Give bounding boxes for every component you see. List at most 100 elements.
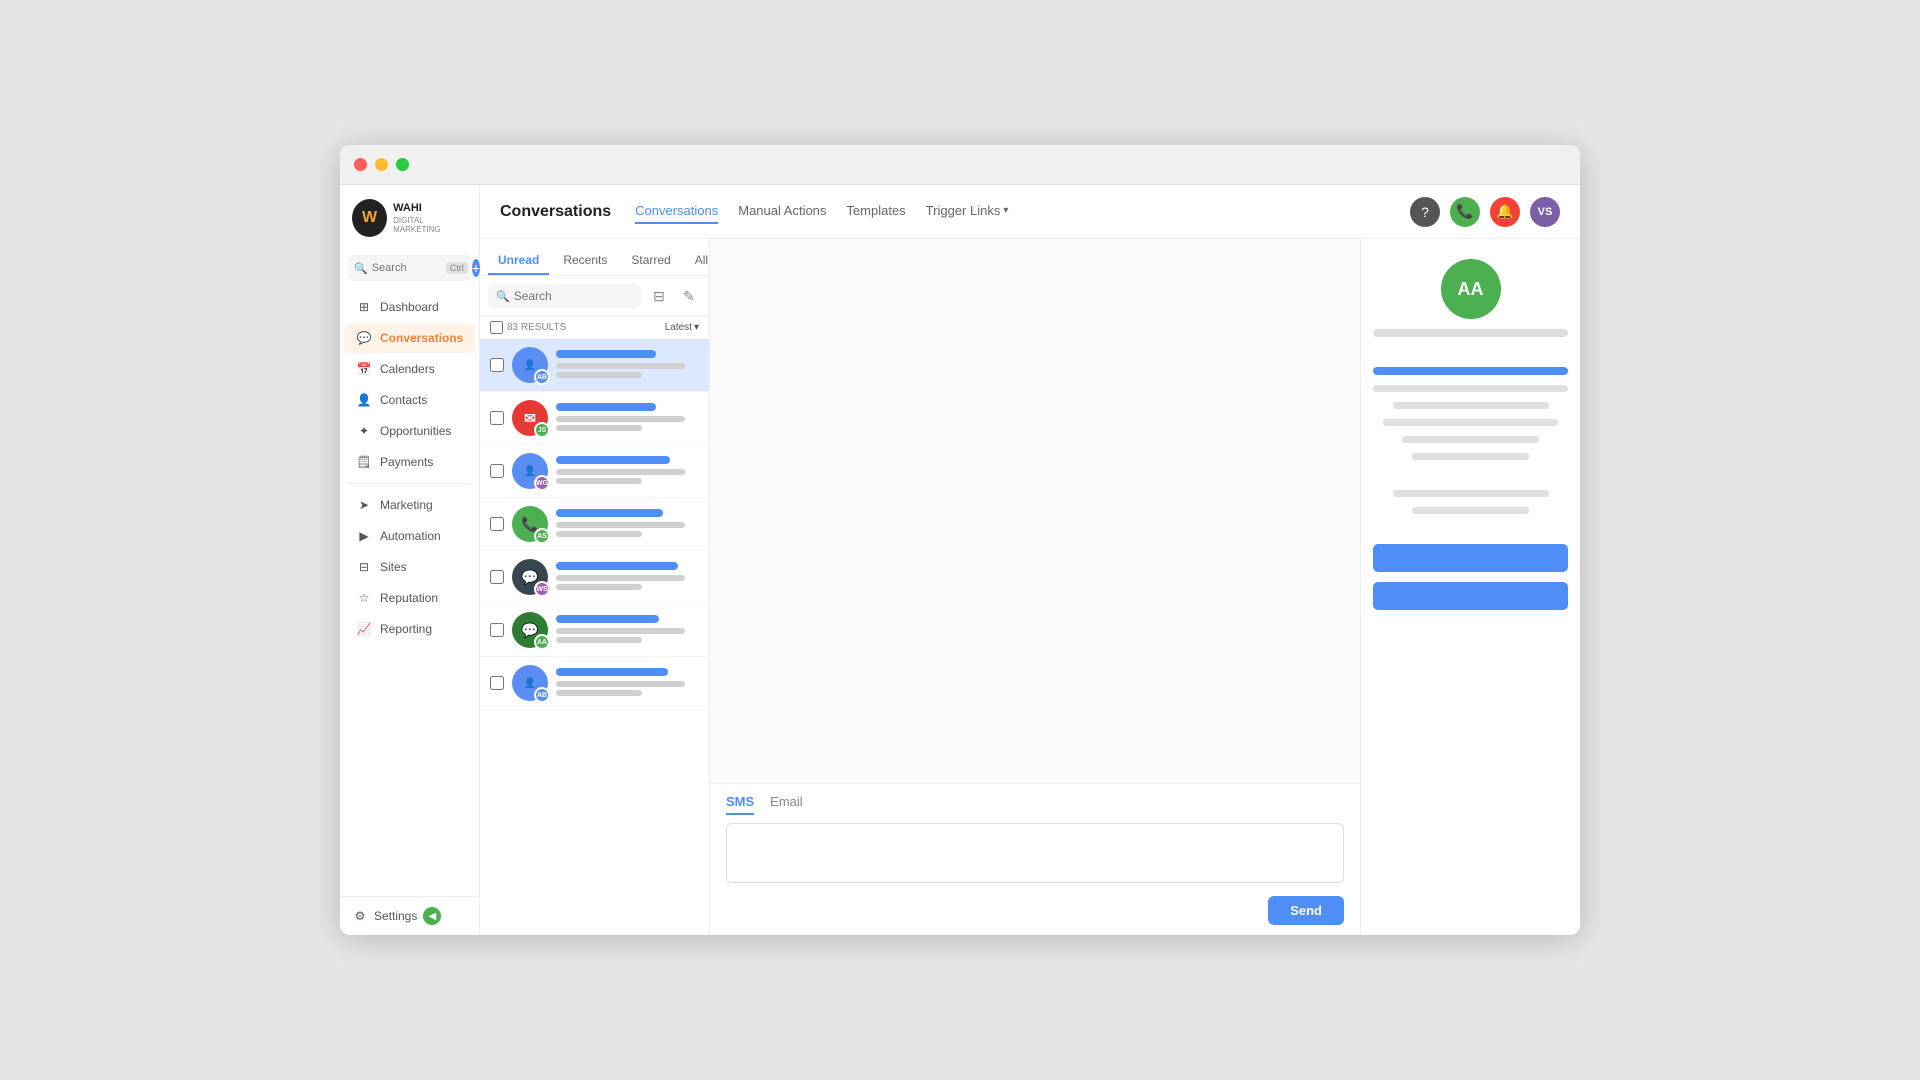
header-actions: ? 📞 🔔 VS <box>1410 197 1560 227</box>
right-panel: AA <box>1360 239 1580 935</box>
search-icon: 🔍 <box>496 290 510 303</box>
filter-icon[interactable]: ⊟ <box>647 284 671 308</box>
tab-recents[interactable]: Recents <box>553 247 617 275</box>
search-icon: 🔍 <box>354 262 368 275</box>
nav-item-templates[interactable]: Templates <box>846 199 905 224</box>
conv-info <box>556 509 699 540</box>
conv-search-input[interactable] <box>514 289 633 303</box>
compose-tabs: SMS Email <box>726 794 1344 815</box>
sidebar-item-contacts[interactable]: 👤 Contacts <box>344 385 475 415</box>
sidebar-item-payments[interactable]: 🗒 Payments <box>344 447 475 477</box>
tab-starred[interactable]: Starred <box>621 247 680 275</box>
sidebar-item-label: Conversations <box>380 331 463 345</box>
conv-checkbox[interactable] <box>490 411 504 425</box>
avatar: 💬 WS <box>512 559 548 595</box>
compose-footer: Send <box>726 896 1344 925</box>
avatar-badge: AB <box>534 369 550 385</box>
action-button-2[interactable] <box>1373 582 1568 610</box>
conv-preview <box>556 416 685 422</box>
sidebar-item-automation[interactable]: ▶ Automation <box>344 521 475 551</box>
conv-checkbox[interactable] <box>490 464 504 478</box>
sidebar-item-dashboard[interactable]: ⊞ Dashboard <box>344 292 475 322</box>
conversation-item[interactable]: 👤 AB <box>480 657 709 710</box>
sidebar-item-label: Calenders <box>380 362 435 376</box>
avatar-button[interactable]: VS <box>1530 197 1560 227</box>
conv-results-bar: 83 RESULTS Latest ▾ <box>480 317 709 339</box>
conv-preview-2 <box>556 478 642 484</box>
search-input[interactable] <box>372 262 442 274</box>
sidebar-item-conversations[interactable]: 💬 Conversations <box>344 323 475 353</box>
sidebar-item-reporting[interactable]: 📈 Reporting <box>344 614 475 644</box>
conversation-list-panel: Unread Recents Starred All 🔍 ⊟ ✎ <box>480 239 710 935</box>
contact-detail-line <box>1373 367 1568 375</box>
conv-preview-2 <box>556 531 642 537</box>
conv-preview-2 <box>556 584 642 590</box>
conv-name <box>556 668 668 676</box>
conv-checkbox[interactable] <box>490 676 504 690</box>
detail-line <box>1373 385 1568 392</box>
add-conversation-button[interactable]: + <box>472 259 480 277</box>
notifications-button[interactable]: 🔔 <box>1490 197 1520 227</box>
sidebar-item-label: Marketing <box>380 498 433 512</box>
avatar: 👤 AB <box>512 347 548 383</box>
tab-email[interactable]: Email <box>770 794 803 815</box>
minimize-button[interactable] <box>375 158 388 171</box>
chat-messages <box>710 239 1360 783</box>
sidebar-item-sites[interactable]: ⊟ Sites <box>344 552 475 582</box>
close-button[interactable] <box>354 158 367 171</box>
settings-icon: ⚙ <box>352 908 368 924</box>
conv-info <box>556 562 699 593</box>
conversation-item[interactable]: 📞 AS <box>480 498 709 551</box>
chat-compose: SMS Email Send <box>710 783 1360 935</box>
tab-unread[interactable]: Unread <box>488 247 549 275</box>
payments-icon: 🗒 <box>356 454 372 470</box>
help-button[interactable]: ? <box>1410 197 1440 227</box>
avatar: 💬 AA <box>512 612 548 648</box>
send-button[interactable]: Send <box>1268 896 1344 925</box>
sidebar-item-reputation[interactable]: ☆ Reputation <box>344 583 475 613</box>
sidebar-item-calenders[interactable]: 📅 Calenders <box>344 354 475 384</box>
conv-checkbox[interactable] <box>490 623 504 637</box>
sidebar-item-opportunities[interactable]: ✦ Opportunities <box>344 416 475 446</box>
conversation-item[interactable]: ✉ JS <box>480 392 709 445</box>
nav-item-trigger-links[interactable]: Trigger Links ▾ <box>926 199 1009 224</box>
conv-info <box>556 668 699 699</box>
nav-divider <box>348 483 471 484</box>
reporting-icon: 📈 <box>356 621 372 637</box>
header-nav: Conversations Manual Actions Templates T… <box>635 199 1008 224</box>
conv-name <box>556 562 678 570</box>
maximize-button[interactable] <box>396 158 409 171</box>
select-all-checkbox[interactable] <box>490 321 503 334</box>
nav-item-manual-actions[interactable]: Manual Actions <box>738 199 826 224</box>
conv-list: 👤 AB <box>480 339 709 935</box>
avatar: 👤 WG <box>512 453 548 489</box>
conv-info <box>556 615 699 646</box>
nav-item-conversations[interactable]: Conversations <box>635 199 718 224</box>
conversation-item[interactable]: 👤 WG <box>480 445 709 498</box>
conversation-item[interactable]: 👤 AB <box>480 339 709 392</box>
sort-button[interactable]: Latest ▾ <box>665 322 699 333</box>
content-area: Unread Recents Starred All 🔍 ⊟ ✎ <box>480 239 1580 935</box>
tab-sms[interactable]: SMS <box>726 794 754 815</box>
avatar: 👤 AB <box>512 665 548 701</box>
conv-preview <box>556 363 685 369</box>
sidebar-item-marketing[interactable]: ➤ Marketing <box>344 490 475 520</box>
phone-button[interactable]: 📞 <box>1450 197 1480 227</box>
conversation-item[interactable]: 💬 WS <box>480 551 709 604</box>
message-input[interactable] <box>726 823 1344 883</box>
avatar-badge: JS <box>534 422 550 438</box>
action-button-1[interactable] <box>1373 544 1568 572</box>
sidebar-search[interactable]: 🔍 Ctrl + <box>348 255 471 281</box>
conversation-item[interactable]: 💬 AA <box>480 604 709 657</box>
conv-checkbox[interactable] <box>490 517 504 531</box>
sidebar-item-label: Reputation <box>380 591 438 605</box>
conv-checkbox[interactable] <box>490 570 504 584</box>
compose-icon[interactable]: ✎ <box>677 284 701 308</box>
logo: W WAHI DIGITAL MARKETING <box>340 185 479 251</box>
conv-search-field[interactable]: 🔍 <box>488 284 641 308</box>
conv-preview <box>556 522 685 528</box>
conv-checkbox[interactable] <box>490 358 504 372</box>
settings-item[interactable]: ⚙ Settings ◀ <box>340 896 479 935</box>
detail-line <box>1383 419 1559 426</box>
conv-info <box>556 403 699 434</box>
